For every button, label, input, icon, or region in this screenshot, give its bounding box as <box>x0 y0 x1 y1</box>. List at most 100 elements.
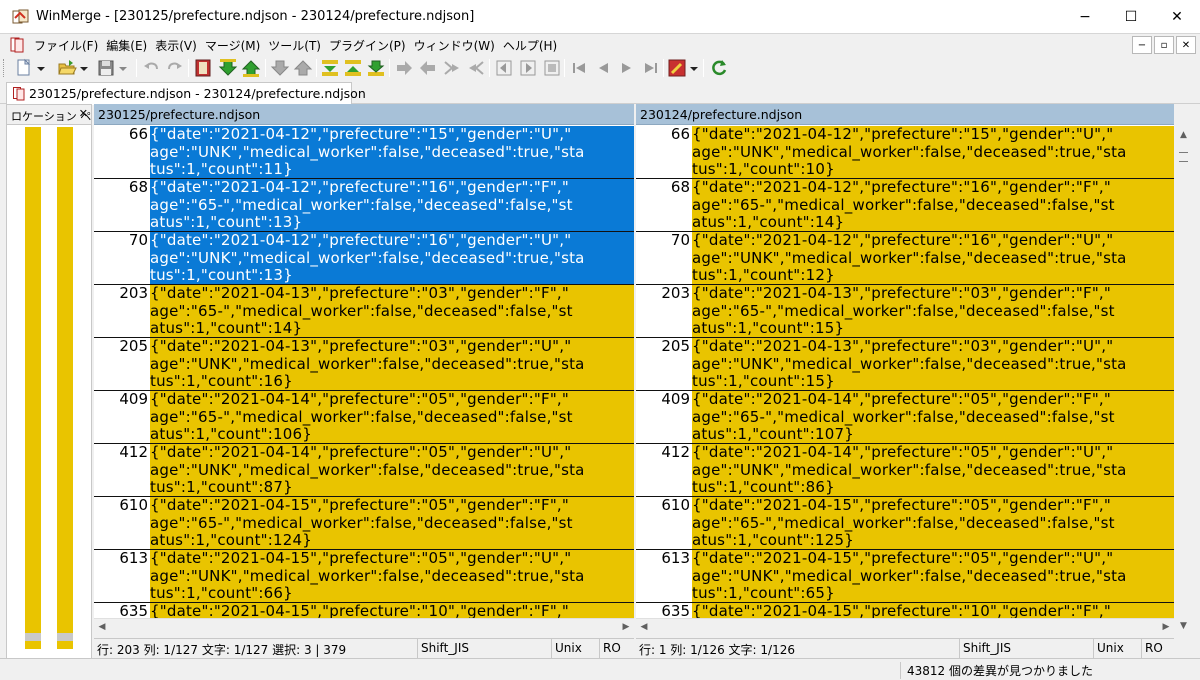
minimize-button[interactable]: − <box>1062 0 1108 34</box>
redo-icon[interactable] <box>164 58 184 78</box>
diff-line-text[interactable]: {"date":"2021-04-15","prefecture":"05","… <box>692 497 1174 549</box>
scrollbar-thumb[interactable] <box>1179 152 1188 162</box>
copy-left-icon[interactable] <box>320 58 340 78</box>
arrow-right-icon[interactable] <box>394 58 414 78</box>
undo-icon[interactable] <box>142 58 162 78</box>
mdi-close-button[interactable]: ✕ <box>1176 36 1196 54</box>
next-diff-down-icon[interactable] <box>218 58 238 78</box>
diff-line-text[interactable]: {"date":"2021-04-14","prefecture":"05","… <box>150 391 634 443</box>
close-button[interactable]: ✕ <box>1154 0 1200 34</box>
diff-line-text[interactable]: {"date":"2021-04-13","prefecture":"03","… <box>692 338 1174 390</box>
document-tab[interactable]: 230125/prefecture.ndjson - 230124/prefec… <box>6 82 366 105</box>
diff-line-text[interactable]: {"date":"2021-04-14","prefecture":"05","… <box>692 444 1174 496</box>
options-icon[interactable] <box>667 58 687 78</box>
vertical-scrollbar[interactable]: ▲ ▼ <box>1175 126 1192 634</box>
diff-line-text[interactable]: {"date":"2021-04-12","prefecture":"16","… <box>692 179 1174 231</box>
scroll-right-icon[interactable]: ▶ <box>618 619 634 635</box>
right-horizontal-scrollbar[interactable]: ◀ ▶ <box>636 618 1174 634</box>
nav-first-icon[interactable] <box>569 58 589 78</box>
diff-line-text[interactable]: {"date":"2021-04-13","prefecture":"03","… <box>150 338 634 390</box>
close-icon[interactable]: ✕ <box>79 107 88 120</box>
diff-line-text[interactable]: {"date":"2021-04-14","prefecture":"05","… <box>692 391 1174 443</box>
diff-line-text[interactable]: {"date":"2021-04-15","prefecture":"05","… <box>150 497 634 549</box>
diff-block[interactable]: 203 {"date":"2021-04-13","prefecture":"03… <box>94 284 634 338</box>
prev-diff-up-icon[interactable] <box>241 58 261 78</box>
nav-prev-icon[interactable] <box>593 58 613 78</box>
refresh-icon[interactable] <box>709 58 729 78</box>
diff-block[interactable]: 412 {"date":"2021-04-14","prefecture":"05… <box>94 443 634 497</box>
nav-last-icon[interactable] <box>641 58 661 78</box>
diff-line-text[interactable]: {"date":"2021-04-12","prefecture":"16","… <box>692 232 1174 284</box>
left-pane-body[interactable]: 66 {"date":"2021-04-12","prefecture":"15"… <box>94 126 634 634</box>
menu-edit[interactable]: 編集(E) <box>102 37 151 54</box>
right-diff-pane[interactable]: 230124/prefecture.ndjson 66 {"date":"2021… <box>636 104 1174 634</box>
diff-line-text[interactable]: {"date":"2021-04-13","prefecture":"03","… <box>692 285 1174 337</box>
diff-line-text[interactable]: {"date":"2021-04-14","prefecture":"05","… <box>150 444 634 496</box>
copy-right-icon[interactable] <box>343 58 363 78</box>
diff-block[interactable]: 412 {"date":"2021-04-14","prefecture":"05… <box>636 443 1174 497</box>
diff-line-text[interactable]: {"date":"2021-04-12","prefecture":"16","… <box>150 179 634 231</box>
mdi-restore-button[interactable]: ▫ <box>1154 36 1174 54</box>
diff-block[interactable]: 613 {"date":"2021-04-15","prefecture":"05… <box>636 549 1174 603</box>
menu-merge[interactable]: マージ(M) <box>201 37 264 54</box>
diff-block[interactable]: 610 {"date":"2021-04-15","prefecture":"05… <box>94 496 634 550</box>
scroll-right-icon[interactable]: ▶ <box>1158 619 1174 635</box>
menu-view[interactable]: 表示(V) <box>151 37 201 54</box>
location-pane[interactable]: ロケーション ペイン ✕ <box>6 104 92 660</box>
diff-block[interactable]: 203 {"date":"2021-04-13","prefecture":"03… <box>636 284 1174 338</box>
scroll-up-icon[interactable]: ▲ <box>1175 126 1192 143</box>
first-diff-icon[interactable] <box>270 58 290 78</box>
diff-line-text[interactable]: {"date":"2021-04-15","prefecture":"05","… <box>150 550 634 602</box>
document-icon[interactable] <box>10 37 24 53</box>
chevron-down-icon[interactable] <box>688 58 700 78</box>
left-horizontal-scrollbar[interactable]: ◀ ▶ <box>94 618 634 634</box>
menu-help[interactable]: ヘルプ(H) <box>499 37 561 54</box>
diff-block[interactable]: 409 {"date":"2021-04-14","prefecture":"05… <box>636 390 1174 444</box>
pane-both-icon[interactable] <box>542 58 562 78</box>
new-icon[interactable] <box>14 58 34 78</box>
diff-line-text[interactable]: {"date":"2021-04-15","prefecture":"05","… <box>692 550 1174 602</box>
location-bar-left[interactable] <box>25 127 41 649</box>
nav-next-icon[interactable] <box>617 58 637 78</box>
merge-right-icon[interactable] <box>442 58 462 78</box>
diff-block[interactable]: 613 {"date":"2021-04-15","prefecture":"05… <box>94 549 634 603</box>
chevron-down-icon[interactable] <box>117 58 129 78</box>
maximize-button[interactable]: ☐ <box>1108 0 1154 34</box>
diff-block[interactable]: 610 {"date":"2021-04-15","prefecture":"05… <box>636 496 1174 550</box>
diff-block[interactable]: 205 {"date":"2021-04-13","prefecture":"03… <box>636 337 1174 391</box>
save-icon[interactable] <box>96 58 116 78</box>
diff-block[interactable]: 68 {"date":"2021-04-12","prefecture":"16"… <box>636 178 1174 232</box>
chevron-down-icon[interactable] <box>78 58 90 78</box>
chevron-down-icon[interactable] <box>35 58 47 78</box>
diff-line-text[interactable]: {"date":"2021-04-13","prefecture":"03","… <box>150 285 634 337</box>
diff-line-text[interactable]: {"date":"2021-04-12","prefecture":"16","… <box>150 232 634 284</box>
diff-line-text[interactable]: {"date":"2021-04-12","prefecture":"15","… <box>692 126 1174 178</box>
diff-block[interactable]: 70 {"date":"2021-04-12","prefecture":"16"… <box>94 231 634 285</box>
diff-line-text[interactable]: {"date":"2021-04-12","prefecture":"15","… <box>150 126 634 178</box>
diff-block[interactable]: 70 {"date":"2021-04-12","prefecture":"16"… <box>636 231 1174 285</box>
merge-left-icon[interactable] <box>466 58 486 78</box>
menu-plugins[interactable]: プラグイン(P) <box>325 37 410 54</box>
menu-window[interactable]: ウィンドウ(W) <box>410 37 499 54</box>
last-diff-icon[interactable] <box>293 58 313 78</box>
scroll-left-icon[interactable]: ◀ <box>94 619 110 635</box>
menu-file[interactable]: ファイル(F) <box>30 37 102 54</box>
film-icon[interactable] <box>193 58 213 78</box>
menu-tools[interactable]: ツール(T) <box>264 37 325 54</box>
scroll-down-icon[interactable]: ▼ <box>1175 617 1192 634</box>
toolbar-grip[interactable] <box>3 59 6 77</box>
diff-block[interactable]: 66 {"date":"2021-04-12","prefecture":"15"… <box>94 126 634 179</box>
arrow-left-icon[interactable] <box>418 58 438 78</box>
left-diff-pane[interactable]: 230125/prefecture.ndjson 66 {"date":"2021… <box>94 104 634 634</box>
location-bar-right[interactable] <box>57 127 73 649</box>
diff-block[interactable]: 205 {"date":"2021-04-13","prefecture":"03… <box>94 337 634 391</box>
mdi-minimize-button[interactable]: − <box>1132 36 1152 54</box>
pane-left-icon[interactable] <box>494 58 514 78</box>
copy-all-icon[interactable] <box>366 58 386 78</box>
pane-right-icon[interactable] <box>518 58 538 78</box>
diff-block[interactable]: 409 {"date":"2021-04-14","prefecture":"05… <box>94 390 634 444</box>
diff-block[interactable]: 68 {"date":"2021-04-12","prefecture":"16"… <box>94 178 634 232</box>
diff-block[interactable]: 66 {"date":"2021-04-12","prefecture":"15"… <box>636 126 1174 179</box>
open-icon[interactable] <box>57 58 77 78</box>
right-pane-body[interactable]: 66 {"date":"2021-04-12","prefecture":"15"… <box>636 126 1174 634</box>
